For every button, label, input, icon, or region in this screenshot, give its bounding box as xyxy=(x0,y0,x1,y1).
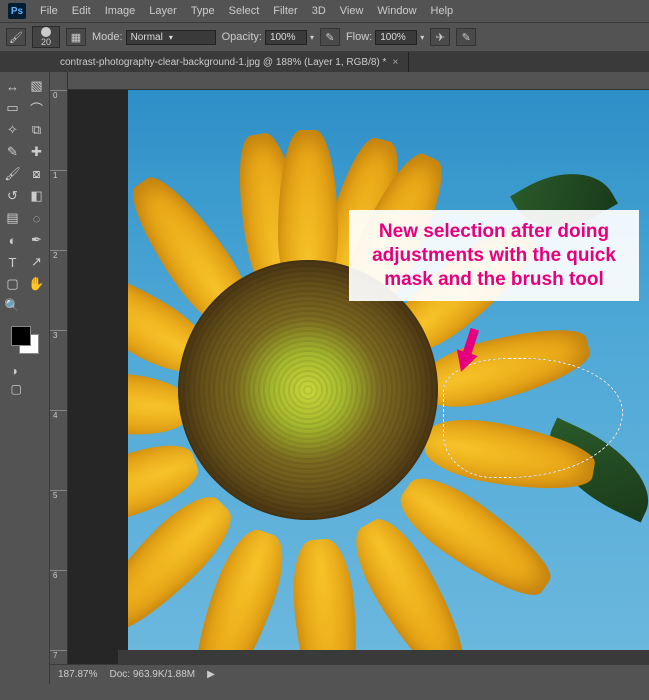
menu-bar: Ps File Edit Image Layer Type Select Fil… xyxy=(0,0,649,22)
play-icon[interactable]: ▶ xyxy=(207,669,215,680)
chevron-down-icon: ▾ xyxy=(169,33,173,42)
workspace: ↔▧▭⌒✧⧉✎✚🖌⧇↺◧▤◌◐✒T↗▢✋🔍 ◑ ▢ 01234567 xyxy=(0,72,649,684)
dodge-tool[interactable]: ◐ xyxy=(2,230,24,250)
tool-panel: ↔▧▭⌒✧⧉✎✚🖌⧇↺◧▤◌◐✒T↗▢✋🔍 ◑ ▢ xyxy=(0,72,50,684)
chevron-down-icon[interactable]: ▾ xyxy=(420,33,424,42)
brush-tool[interactable]: 🖌 xyxy=(2,164,24,184)
document-canvas[interactable]: New selection after doing adjustments wi… xyxy=(128,90,649,684)
text-tool[interactable]: T xyxy=(2,252,24,272)
document-tab-strip: contrast-photography-clear-background-1.… xyxy=(0,52,649,72)
mode-label: Mode: xyxy=(92,31,123,43)
menu-file[interactable]: File xyxy=(40,5,58,17)
move-tool[interactable]: ↔ xyxy=(2,76,24,96)
blend-mode-dropdown[interactable]: Normal ▾ xyxy=(126,30,216,45)
path-tool[interactable]: ↗ xyxy=(26,252,48,272)
screen-mode-icon[interactable]: ▢ xyxy=(11,382,39,396)
shape-tool[interactable]: ▢ xyxy=(2,274,24,294)
doc-info[interactable]: Doc: 963.9K/1.88M xyxy=(109,669,195,680)
horizontal-scrollbar[interactable] xyxy=(118,650,649,664)
canvas-area: 0 1 2 3 4 5 6 7 New selection after doing adjus… xyxy=(50,72,649,684)
eraser-tool[interactable]: ◧ xyxy=(26,186,48,206)
stamp-tool[interactable]: ⧇ xyxy=(26,164,48,184)
menu-edit[interactable]: Edit xyxy=(72,5,91,17)
app-logo: Ps xyxy=(8,3,26,19)
annotation-callout: New selection after doing adjustments wi… xyxy=(349,210,639,301)
menu-filter[interactable]: Filter xyxy=(273,5,297,17)
ruler-tick: 0 xyxy=(50,90,67,100)
tool-options-bar: 🖌 20 ▦ Mode: Normal ▾ Opacity: 100% ▾ ✎ … xyxy=(0,22,649,52)
gradient-tool[interactable]: ▤ xyxy=(2,208,24,228)
tool-empty xyxy=(26,296,48,316)
brush-tool-icon[interactable]: 🖌 xyxy=(6,28,26,46)
lasso-tool[interactable]: ⌒ xyxy=(26,98,48,118)
opacity-input[interactable]: 100% xyxy=(265,30,307,45)
ruler-vertical: 0 1 2 3 4 5 6 7 xyxy=(50,72,68,684)
menu-help[interactable]: Help xyxy=(431,5,454,17)
flow-input[interactable]: 100% xyxy=(375,30,417,45)
flow-label: Flow: xyxy=(346,31,372,43)
document-tab-label: contrast-photography-clear-background-1.… xyxy=(60,57,386,68)
zoom-level[interactable]: 187.87% xyxy=(58,669,97,680)
history-tool[interactable]: ↺ xyxy=(2,186,24,206)
menu-type[interactable]: Type xyxy=(191,5,215,17)
pressure-opacity-icon[interactable]: ✎ xyxy=(320,28,340,46)
menu-layer[interactable]: Layer xyxy=(149,5,177,17)
airbrush-icon[interactable]: ✈ xyxy=(430,28,450,46)
ruler-tick: 3 xyxy=(50,330,67,340)
brush-size-label: 20 xyxy=(41,37,51,47)
pen-tool[interactable]: ✒ xyxy=(26,230,48,250)
blend-mode-value: Normal xyxy=(131,32,163,43)
ruler-tick: 6 xyxy=(50,570,67,580)
ruler-tick: 1 xyxy=(50,170,67,180)
menu-select[interactable]: Select xyxy=(229,5,260,17)
marquee-tool[interactable]: ▭ xyxy=(2,98,24,118)
ruler-horizontal xyxy=(68,72,649,90)
close-icon[interactable]: × xyxy=(392,57,398,68)
menu-image[interactable]: Image xyxy=(105,5,136,17)
opacity-label: Opacity: xyxy=(222,31,262,43)
status-bar: 187.87% Doc: 963.9K/1.88M ▶ xyxy=(50,664,649,684)
zoom-tool[interactable]: 🔍 xyxy=(2,296,24,316)
menu-3d[interactable]: 3D xyxy=(312,5,326,17)
wand-tool[interactable]: ✧ xyxy=(2,120,24,140)
menu-view[interactable]: View xyxy=(340,5,364,17)
brush-preset-picker[interactable]: 20 xyxy=(32,26,60,48)
eyedrop-tool[interactable]: ✎ xyxy=(2,142,24,162)
ruler-tick: 5 xyxy=(50,490,67,500)
chevron-down-icon[interactable]: ▾ xyxy=(310,33,314,42)
hand-tool[interactable]: ✋ xyxy=(26,274,48,294)
menu-window[interactable]: Window xyxy=(377,5,416,17)
annotation-text: New selection after doing adjustments wi… xyxy=(361,220,627,291)
blur-tool[interactable]: ◌ xyxy=(26,208,48,228)
foreground-color-swatch[interactable] xyxy=(11,326,31,346)
brush-panel-toggle-icon[interactable]: ▦ xyxy=(66,28,86,46)
crop-tool[interactable]: ⧉ xyxy=(26,120,48,140)
ruler-tick: 4 xyxy=(50,410,67,420)
artboard-tool[interactable]: ▧ xyxy=(26,76,48,96)
quick-mask-icon[interactable]: ◑ xyxy=(11,364,39,378)
ruler-tick: 2 xyxy=(50,250,67,260)
heal-tool[interactable]: ✚ xyxy=(26,142,48,162)
document-tab[interactable]: contrast-photography-clear-background-1.… xyxy=(50,52,409,72)
ruler-tick: 7 xyxy=(50,650,67,660)
pressure-size-icon[interactable]: ✎ xyxy=(456,28,476,46)
color-swatch[interactable] xyxy=(11,326,39,354)
